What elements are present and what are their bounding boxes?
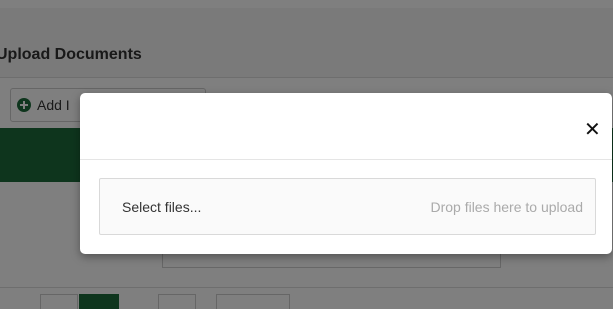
select-files-button[interactable]: Select files... (122, 199, 201, 215)
upload-modal: ✕ Select files... Drop files here to upl… (80, 93, 612, 254)
close-icon[interactable]: ✕ (584, 120, 601, 140)
drop-files-hint: Drop files here to upload (430, 199, 583, 215)
modal-header: ✕ (80, 93, 612, 160)
file-drop-zone[interactable]: Select files... Drop files here to uploa… (99, 178, 596, 235)
